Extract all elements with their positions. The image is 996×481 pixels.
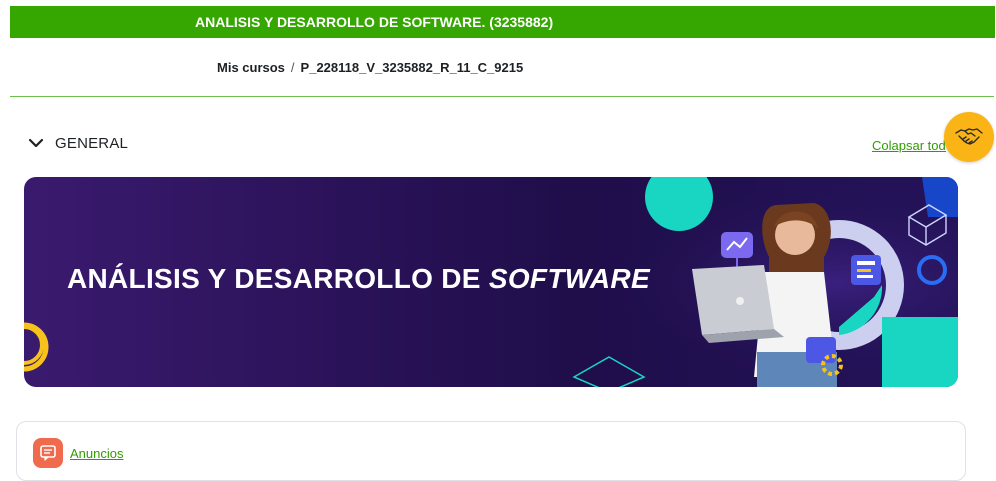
section-title: GENERAL <box>55 134 129 152</box>
course-title: ANALISIS Y DESARROLLO DE SOFTWARE. (3235… <box>195 14 554 30</box>
banner-title-italic: SOFTWARE <box>488 263 650 294</box>
handshake-button[interactable] <box>944 112 994 162</box>
breadcrumb-separator: / <box>290 60 295 75</box>
breadcrumb-my-courses[interactable]: Mis cursos <box>217 60 285 75</box>
handshake-icon <box>955 128 983 145</box>
banner-title: ANÁLISIS Y DESARROLLO DE SOFTWARE <box>67 263 650 295</box>
forum-icon <box>33 438 63 468</box>
chevron-down-icon <box>28 138 44 148</box>
collapse-all-link[interactable]: Colapsar todo <box>872 138 946 153</box>
activity-link-announcements[interactable]: Anuncios <box>70 446 123 461</box>
breadcrumb-course[interactable]: P_228118_V_3235882_R_11_C_9215 <box>301 60 524 75</box>
banner-title-main: ANÁLISIS Y DESARROLLO DE <box>67 263 489 294</box>
section-toggle-general[interactable]: GENERAL <box>27 134 128 152</box>
activity-card-announcements[interactable]: Anuncios <box>16 421 966 481</box>
course-banner: ANÁLISIS Y DESARROLLO DE SOFTWARE <box>24 177 958 387</box>
course-header-bar: ANALISIS Y DESARROLLO DE SOFTWARE. (3235… <box>10 6 995 38</box>
header-divider <box>10 96 994 97</box>
breadcrumb: Mis cursos / P_228118_V_3235882_R_11_C_921… <box>217 60 523 75</box>
